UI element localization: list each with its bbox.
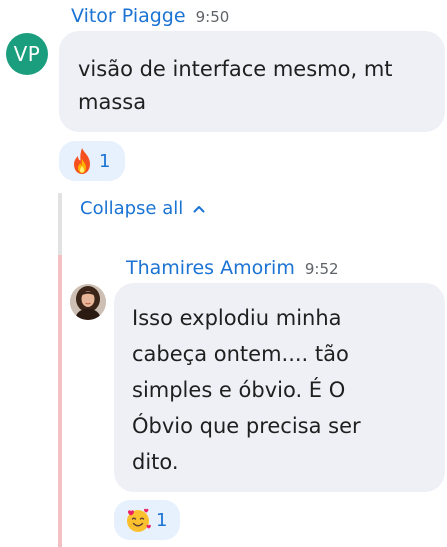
- message-text-line: visão de interface mesmo, mt: [78, 57, 393, 81]
- reaction-count: 1: [156, 509, 168, 531]
- message-text-line: dito.: [132, 450, 179, 474]
- smiling-face-with-hearts-emoji-icon: [127, 508, 151, 532]
- fire-emoji-icon: [74, 148, 90, 174]
- reaction-count: 1: [99, 150, 111, 172]
- avatar-initials: VP: [13, 42, 41, 66]
- message-bubble: visão de interface mesmo, mt massa: [59, 31, 445, 132]
- reaction-chip[interactable]: 1: [59, 141, 125, 181]
- message-header: Vitor Piagge 9:50: [71, 5, 229, 27]
- message-time: 9:52: [304, 260, 339, 278]
- message-text-line: Isso explodiu minha: [132, 306, 342, 330]
- avatar[interactable]: VP: [6, 33, 48, 75]
- reaction-chip[interactable]: 1: [114, 500, 180, 540]
- avatar[interactable]: [70, 284, 106, 320]
- message-text-line: massa: [78, 90, 147, 114]
- message-text-line: simples e óbvio. É O: [132, 378, 346, 402]
- sender-name[interactable]: Vitor Piagge: [71, 5, 186, 27]
- message-header: Thamires Amorim 9:52: [126, 257, 339, 279]
- profile-photo: [70, 284, 106, 320]
- message-text-line: cabeça ontem.... tão: [132, 342, 349, 366]
- chevron-up-icon: [193, 205, 205, 212]
- message-time: 9:50: [195, 8, 230, 26]
- sender-name[interactable]: Thamires Amorim: [126, 257, 295, 279]
- chat-view: Vitor Piagge 9:50 VP visão de interface …: [0, 0, 447, 547]
- message-bubble: Isso explodiu minha cabeça ontem.... tão…: [114, 283, 445, 492]
- collapse-all-button[interactable]: Collapse all: [80, 198, 205, 219]
- thread-unread-indicator: [58, 255, 62, 547]
- collapse-all-label: Collapse all: [80, 198, 184, 219]
- message-text-line: Óbvio que precisa ser: [132, 414, 361, 438]
